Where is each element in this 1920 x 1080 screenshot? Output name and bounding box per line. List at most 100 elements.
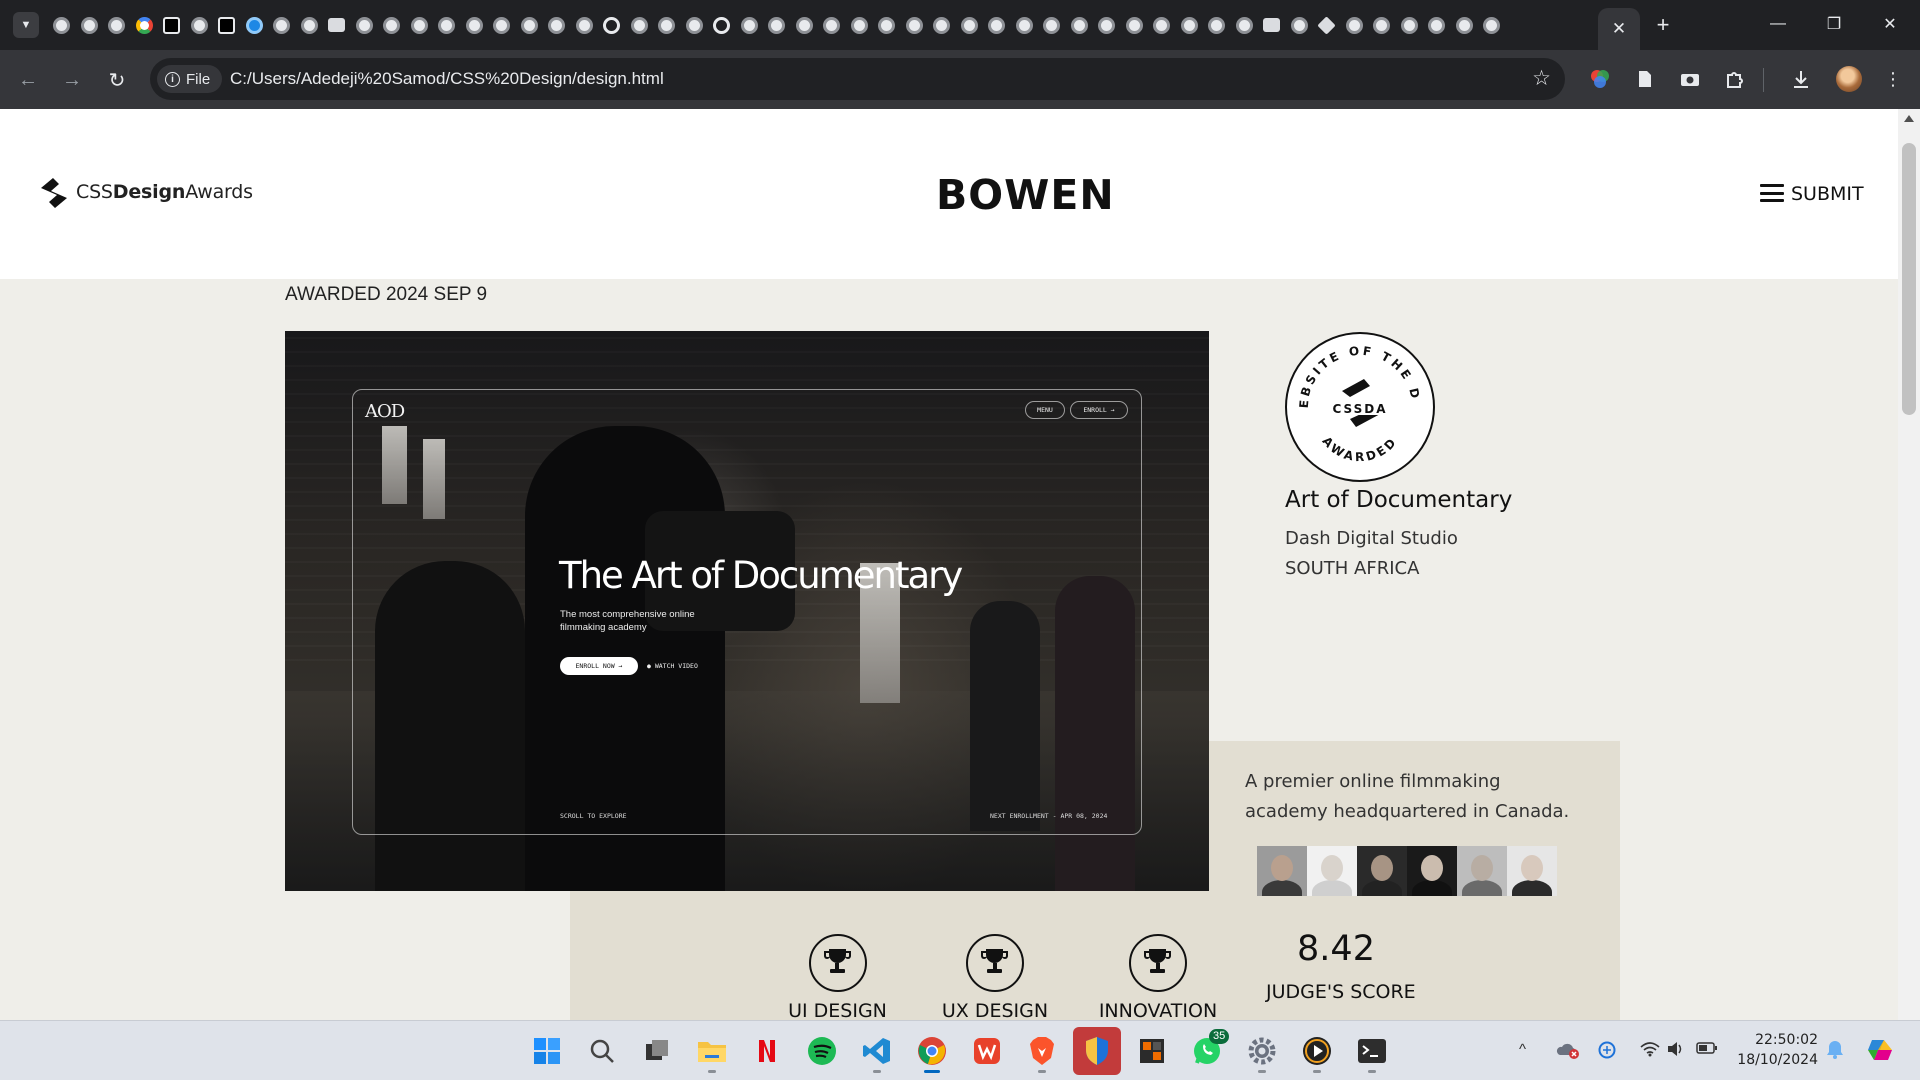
scrollbar-thumb[interactable] [1902, 143, 1916, 415]
spotify-icon[interactable] [804, 1033, 840, 1069]
chrome-favicon-icon[interactable] [901, 11, 929, 39]
judge-avatar[interactable] [1357, 846, 1407, 896]
windows-security-icon[interactable] [1073, 1027, 1121, 1075]
judge-avatar[interactable] [1407, 846, 1457, 896]
cssda-logo-text[interactable]: CSSDesignAwards [76, 181, 253, 203]
globe-favicon-icon[interactable] [186, 11, 214, 39]
task-view-icon[interactable] [639, 1033, 675, 1069]
globe-favicon-icon[interactable] [873, 11, 901, 39]
wps-office-icon[interactable] [969, 1033, 1005, 1069]
judge-avatar[interactable] [1257, 846, 1307, 896]
globe-favicon-icon[interactable] [1148, 11, 1176, 39]
cssda-logo-icon[interactable] [37, 176, 71, 210]
globe-favicon-icon[interactable] [1038, 11, 1066, 39]
globe-favicon-icon[interactable] [1121, 11, 1149, 39]
camera-favicon-icon[interactable] [323, 11, 351, 39]
active-tab-close-icon[interactable]: ✕ [1598, 8, 1640, 50]
globe-favicon-icon[interactable] [983, 11, 1011, 39]
globe-favicon-icon[interactable] [1286, 11, 1314, 39]
extensions-puzzle-icon[interactable] [1722, 66, 1748, 92]
bookmark-star-icon[interactable]: ☆ [1532, 66, 1551, 91]
back-icon[interactable]: ← [12, 64, 44, 96]
notification-bell-icon[interactable] [1826, 1039, 1844, 1063]
globe-favicon-icon[interactable] [1176, 11, 1204, 39]
globe-favicon-icon[interactable] [406, 11, 434, 39]
chrome-icon[interactable] [914, 1033, 950, 1073]
system-clock[interactable]: 22:50:02 18/10/2024 [1722, 1030, 1818, 1070]
minimize-button[interactable]: — [1750, 6, 1806, 42]
globe-favicon-icon[interactable] [1093, 11, 1121, 39]
globe-favicon-icon[interactable] [543, 11, 571, 39]
globe-favicon-icon[interactable] [296, 11, 324, 39]
globe-favicon-icon[interactable] [461, 11, 489, 39]
profile-avatar[interactable] [1836, 66, 1862, 92]
whatsapp-icon[interactable]: 35 [1189, 1029, 1230, 1069]
media-player-icon[interactable] [1299, 1033, 1335, 1073]
battery-icon[interactable] [1696, 1041, 1718, 1059]
hamburger-menu-icon[interactable] [1760, 184, 1784, 202]
restore-button[interactable]: ❐ [1806, 6, 1862, 42]
google-favicon-icon[interactable] [131, 11, 159, 39]
globe-favicon-icon[interactable] [1396, 11, 1424, 39]
color-picker-extension-icon[interactable] [1587, 66, 1613, 92]
globe-favicon-icon[interactable] [846, 11, 874, 39]
dark-favicon-icon[interactable] [213, 11, 241, 39]
document-extension-icon[interactable] [1632, 66, 1658, 92]
globe-favicon-icon[interactable] [681, 11, 709, 39]
globe-favicon-icon[interactable] [378, 11, 406, 39]
globe-favicon-icon[interactable] [1231, 11, 1259, 39]
reload-icon[interactable]: ↻ [101, 64, 133, 96]
new-tab-button[interactable]: + [1648, 10, 1678, 40]
address-bar[interactable]: i File C:/Users/Adedeji%20Samod/CSS%20De… [150, 58, 1565, 100]
globe-favicon-icon[interactable] [1368, 11, 1396, 39]
file-explorer-icon[interactable] [694, 1033, 730, 1073]
globe-favicon-icon[interactable] [103, 11, 131, 39]
brand-logo[interactable]: BOWEN [936, 171, 1115, 219]
globe-favicon-icon[interactable] [1478, 11, 1506, 39]
globe-favicon-icon[interactable] [76, 11, 104, 39]
volume-icon[interactable] [1666, 1041, 1684, 1061]
globe-favicon-icon[interactable] [1423, 11, 1451, 39]
globe-favicon-icon[interactable] [1203, 11, 1231, 39]
dark-favicon-icon[interactable] [158, 11, 186, 39]
netflix-icon[interactable] [749, 1033, 785, 1069]
globe-favicon-icon[interactable] [956, 11, 984, 39]
judge-avatar[interactable] [1507, 846, 1557, 896]
wifi-icon[interactable] [1640, 1041, 1660, 1061]
site-title[interactable]: Art of Documentary [1285, 487, 1512, 513]
url-text[interactable]: C:/Users/Adedeji%20Samod/CSS%20Design/de… [230, 69, 664, 89]
settings-gear-icon[interactable] [1244, 1033, 1280, 1073]
downloads-icon[interactable] [1788, 66, 1814, 92]
vpn-icon[interactable] [1598, 1041, 1616, 1063]
copilot-icon[interactable] [1866, 1035, 1896, 1069]
chrome-favicon-icon[interactable] [818, 11, 846, 39]
website-preview-image[interactable]: AOD MENU ENROLL → The Art of Documentary… [285, 331, 1209, 891]
camera-favicon-icon[interactable] [1258, 11, 1286, 39]
studio-name[interactable]: Dash Digital Studio [1285, 528, 1458, 549]
globe-favicon-icon[interactable] [653, 11, 681, 39]
browser-menu-icon[interactable]: ⋮ [1880, 66, 1906, 92]
globe-favicon-icon[interactable] [626, 11, 654, 39]
globe-favicon-icon[interactable] [571, 11, 599, 39]
screenshot-extension-icon[interactable] [1677, 66, 1703, 92]
globe-favicon-icon[interactable] [1341, 11, 1369, 39]
globe-favicon-icon[interactable] [928, 11, 956, 39]
openai-favicon-icon[interactable] [708, 11, 736, 39]
onedrive-error-icon[interactable] [1556, 1041, 1580, 1063]
globe-favicon-icon[interactable] [351, 11, 379, 39]
globe-favicon-icon[interactable] [1066, 11, 1094, 39]
brave-icon[interactable] [1024, 1033, 1060, 1073]
globe-favicon-icon[interactable] [516, 11, 544, 39]
windows-start-icon[interactable] [529, 1033, 565, 1069]
globe-favicon-icon[interactable] [48, 11, 76, 39]
forward-icon[interactable]: → [56, 64, 88, 96]
site-info-chip[interactable]: i File [157, 65, 223, 93]
page-scrollbar[interactable] [1898, 109, 1920, 1020]
judge-avatar[interactable] [1457, 846, 1507, 896]
chrome-favicon-icon[interactable] [488, 11, 516, 39]
close-window-button[interactable]: ✕ [1862, 6, 1918, 42]
globe-favicon-icon[interactable] [433, 11, 461, 39]
github-favicon-icon[interactable] [598, 11, 626, 39]
scroll-up-arrow-icon[interactable] [1904, 115, 1914, 122]
edge-favicon-icon[interactable] [241, 11, 269, 39]
